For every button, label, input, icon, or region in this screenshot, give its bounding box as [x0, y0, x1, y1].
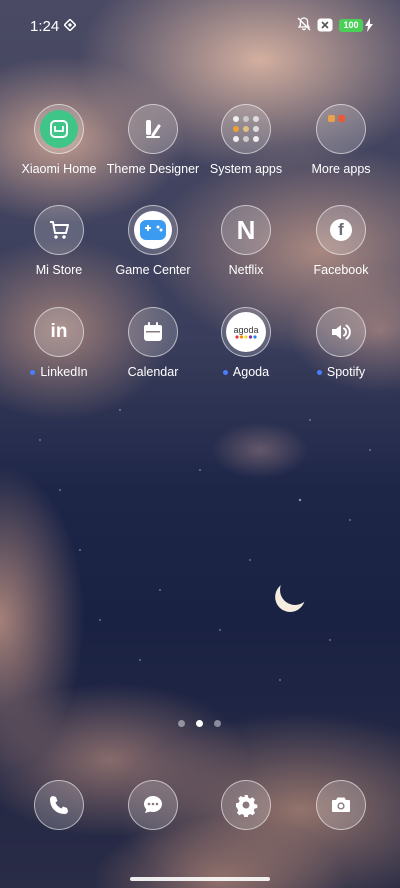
app-label: LinkedIn: [40, 365, 88, 379]
new-app-dot: [30, 370, 36, 376]
speaker-icon: [316, 307, 366, 357]
app-spotify[interactable]: Spotify: [291, 307, 391, 379]
folder-icon: [221, 104, 271, 154]
app-label: Game Center: [115, 263, 191, 277]
phone-icon: [34, 780, 84, 830]
app-label: Netflix: [228, 263, 264, 277]
app-agoda[interactable]: agoda Agoda: [196, 307, 296, 379]
linkedin-icon: in: [34, 307, 84, 357]
app-label: Spotify: [326, 365, 366, 379]
home-gesture-bar[interactable]: [130, 877, 270, 881]
settings-gear-icon: [221, 780, 271, 830]
app-mi-store[interactable]: Mi Store: [9, 205, 109, 277]
app-linkedin[interactable]: in LinkedIn: [9, 307, 109, 379]
page-indicator[interactable]: [178, 720, 222, 730]
cart-icon: [34, 205, 84, 255]
app-label: Agoda: [232, 365, 270, 379]
app-facebook[interactable]: f Facebook: [291, 205, 391, 277]
folder-system-apps[interactable]: System apps: [196, 104, 296, 176]
messages-icon: [128, 780, 178, 830]
battery-indicator: 100: [339, 19, 363, 32]
dock-settings[interactable]: [196, 780, 296, 830]
gamepad-icon: [128, 205, 178, 255]
app-label: Facebook: [313, 263, 369, 277]
status-time: 1:24: [30, 18, 60, 35]
crescent-moon: [278, 573, 313, 608]
dock-camera[interactable]: [291, 780, 391, 830]
app-label: Theme Designer: [106, 162, 200, 176]
status-bar: 1:24 100: [0, 0, 400, 50]
charging-bolt-icon: [365, 18, 373, 32]
camera-icon: [316, 780, 366, 830]
app-label: Xiaomi Home: [21, 162, 97, 176]
page-dot[interactable]: [214, 720, 221, 727]
page-dot-active[interactable]: [196, 720, 203, 727]
app-label: System apps: [209, 162, 283, 176]
new-app-dot: [222, 370, 228, 376]
xiaomi-home-icon: [34, 104, 84, 154]
bell-muted-icon: [297, 17, 311, 31]
app-label: Calendar: [127, 365, 179, 379]
app-calendar[interactable]: Calendar: [103, 307, 203, 379]
app-netflix[interactable]: N Netflix: [196, 205, 296, 277]
app-theme-designer[interactable]: Theme Designer: [103, 104, 203, 176]
app-label: More apps: [311, 162, 371, 176]
page-dot[interactable]: [178, 720, 185, 727]
app-label: Mi Store: [35, 263, 83, 277]
home-screen: 1:24 100 Xiaomi Home Theme Designer Syst…: [0, 0, 400, 888]
dock-phone[interactable]: [9, 780, 109, 830]
theme-designer-icon: [128, 104, 178, 154]
calendar-icon: [128, 307, 178, 357]
stars-background: [0, 380, 400, 710]
app-game-center[interactable]: Game Center: [103, 205, 203, 277]
facebook-icon: f: [316, 205, 366, 255]
new-app-dot: [316, 370, 322, 376]
folder-icon: [316, 104, 366, 154]
folder-more-apps[interactable]: More apps: [291, 104, 391, 176]
agoda-icon: agoda: [221, 307, 271, 357]
netflix-n-icon: N: [221, 205, 271, 255]
dock-messages[interactable]: [103, 780, 203, 830]
sim-disabled-icon: [317, 18, 333, 32]
diamond-icon: [64, 19, 76, 31]
app-xiaomi-home[interactable]: Xiaomi Home: [9, 104, 109, 176]
